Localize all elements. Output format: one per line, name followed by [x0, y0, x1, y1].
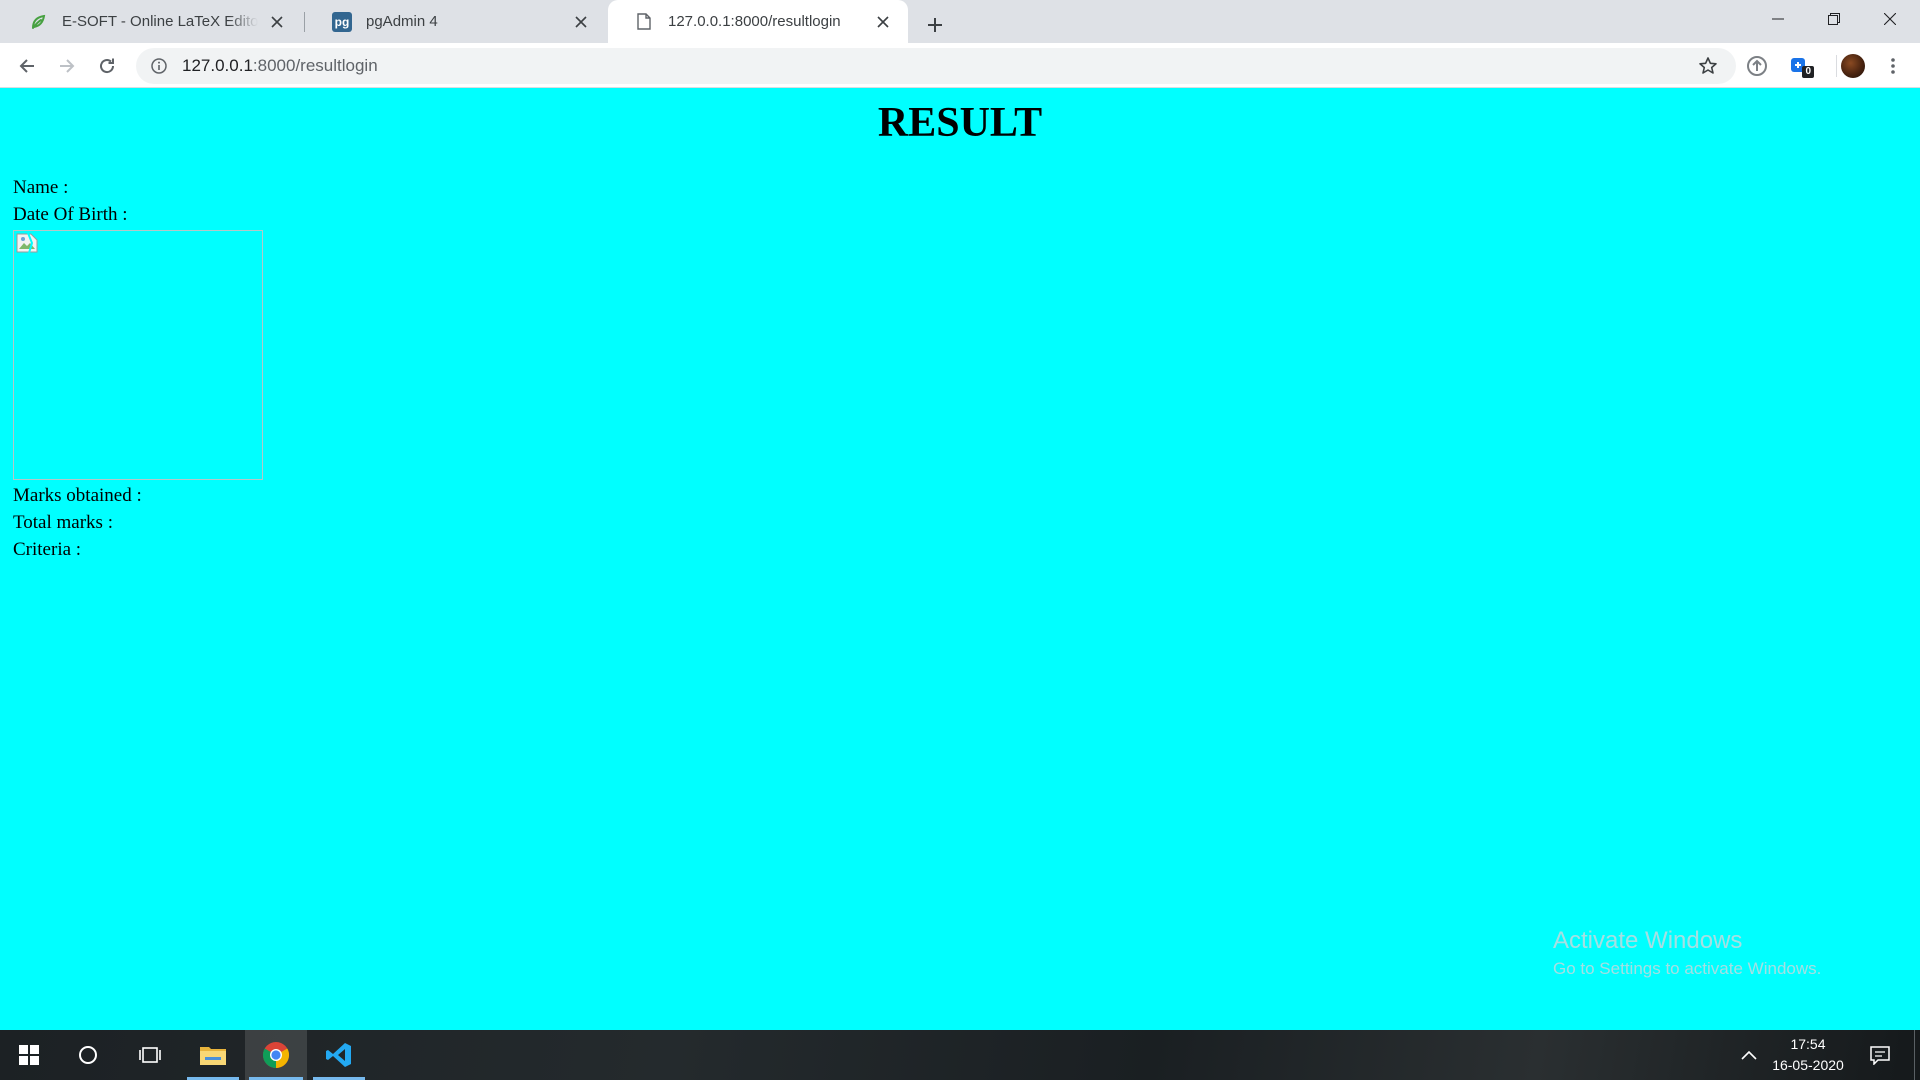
notification-icon	[1870, 1046, 1890, 1065]
marks-obtained-field: Marks obtained :	[13, 485, 142, 506]
new-tab-button[interactable]	[918, 8, 952, 42]
profile-avatar-button[interactable]	[1836, 49, 1870, 83]
broken-image-icon	[16, 233, 38, 253]
close-window-button[interactable]	[1862, 0, 1918, 38]
tab-title: E-SOFT - Online LaTeX Editor Ov	[62, 13, 258, 30]
tab-esoft-latex-editor[interactable]: E-SOFT - Online LaTeX Editor Ov	[2, 0, 302, 43]
show-desktop-button[interactable]	[1914, 1030, 1915, 1080]
tab-strip: E-SOFT - Online LaTeX Editor Ov pg pgAdm…	[0, 0, 1920, 43]
cortana-search-button[interactable]	[58, 1030, 118, 1080]
close-tab-icon[interactable]	[266, 11, 288, 33]
pgadmin-icon: pg	[332, 11, 352, 32]
chevron-up-icon	[1741, 1050, 1757, 1060]
taskbar: 17:54 16-05-2020	[0, 1030, 1920, 1080]
task-view-button[interactable]	[120, 1030, 180, 1080]
watermark-title: Activate Windows	[1553, 927, 1743, 954]
avatar	[1841, 54, 1865, 78]
total-marks-field: Total marks :	[13, 512, 113, 533]
task-view-icon	[139, 1047, 161, 1063]
reload-button[interactable]	[90, 49, 124, 83]
restore-button[interactable]	[1806, 0, 1862, 38]
url-text: 127.0.0.1:8000/resultlogin	[182, 56, 378, 76]
student-photo	[13, 230, 263, 480]
back-button[interactable]	[10, 49, 44, 83]
pgadmin-logo-text: pg	[332, 11, 352, 32]
folder-icon	[200, 1047, 226, 1065]
site-info-icon[interactable]	[148, 55, 170, 77]
taskbar-clock[interactable]: 17:54 16-05-2020	[1770, 1034, 1846, 1076]
page-icon	[634, 12, 654, 32]
chrome-icon	[262, 1042, 290, 1069]
watermark-subtitle: Go to Settings to activate Windows.	[1553, 959, 1822, 978]
page-content: RESULT Name : Date Of Birth : Marks obta…	[0, 88, 1920, 1030]
browser-menu-button[interactable]	[1876, 49, 1910, 83]
search-circle-icon	[79, 1046, 97, 1064]
tab-title: 127.0.0.1:8000/resultlogin	[668, 13, 841, 30]
extension-badge: 0	[1802, 66, 1814, 78]
close-tab-icon[interactable]	[872, 11, 894, 33]
name-field: Name :	[13, 177, 69, 198]
url-host: 127.0.0.1	[182, 56, 253, 75]
file-explorer-button[interactable]	[183, 1030, 243, 1080]
start-button[interactable]	[0, 1030, 58, 1080]
forward-button[interactable]	[50, 49, 84, 83]
clock-date: 16-05-2020	[1772, 1057, 1844, 1073]
minimize-button[interactable]	[1750, 0, 1806, 38]
activate-windows-watermark: Activate Windows Go to Settings to activ…	[1553, 926, 1821, 980]
bookmark-star-icon[interactable]	[1696, 54, 1720, 78]
criteria-field: Criteria :	[13, 539, 82, 560]
address-bar[interactable]: 127.0.0.1:8000/resultlogin	[136, 48, 1736, 84]
date-of-birth-field: Date Of Birth :	[13, 204, 128, 225]
vscode-taskbar-button[interactable]	[309, 1030, 369, 1080]
show-hidden-icons-button[interactable]	[1734, 1030, 1764, 1080]
page-title: RESULT	[877, 100, 1043, 146]
tab-separator	[304, 12, 305, 32]
url-path: :8000/resultlogin	[252, 56, 378, 75]
browser-toolbar: 127.0.0.1:8000/resultlogin 0	[0, 43, 1920, 88]
vscode-icon	[326, 1043, 351, 1067]
close-tab-icon[interactable]	[570, 11, 592, 33]
tab-pgadmin[interactable]: pg pgAdmin 4	[306, 0, 606, 43]
tab-resultlogin[interactable]: 127.0.0.1:8000/resultlogin	[608, 0, 908, 43]
clock-time: 17:54	[1790, 1036, 1826, 1052]
windows-logo-icon	[19, 1045, 39, 1065]
extension-translate-icon[interactable]	[1740, 49, 1774, 83]
action-center-button[interactable]	[1860, 1030, 1900, 1080]
extension-counter-icon[interactable]: 0	[1782, 49, 1816, 83]
overleaf-leaf-icon	[28, 12, 48, 32]
tab-title: pgAdmin 4	[366, 13, 438, 30]
chrome-taskbar-button[interactable]	[245, 1030, 307, 1080]
